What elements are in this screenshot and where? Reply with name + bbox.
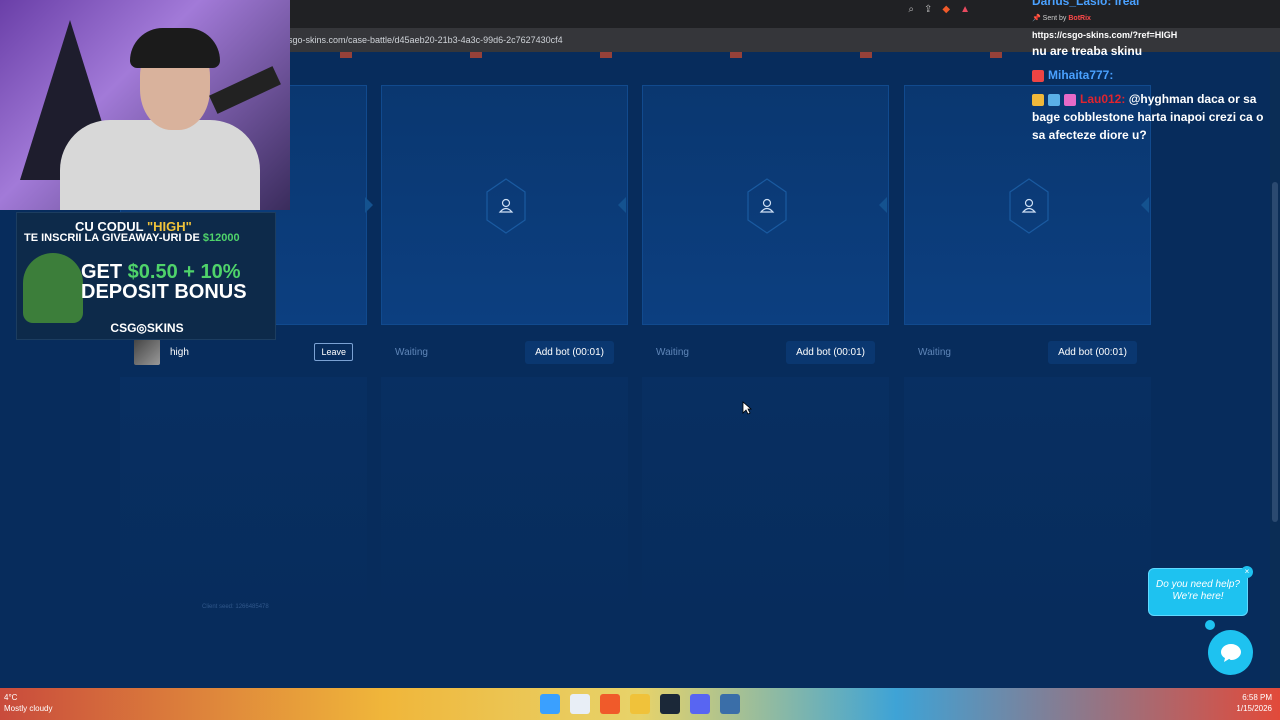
- promo-line-2: TE INSCRII LA GIVEAWAY-URI DE $12000: [24, 232, 240, 244]
- microphone: [209, 66, 281, 114]
- waiting-status: Waiting: [918, 346, 951, 358]
- slot-divider-arrow-right: [365, 197, 373, 213]
- player-info: high: [134, 339, 189, 365]
- add-bot-button[interactable]: Add bot (00:01): [525, 340, 614, 364]
- taskbar-apps: [540, 694, 740, 714]
- battle-slot-3-row: Waiting Add bot (00:01): [642, 332, 889, 372]
- pinned-message-header: 📌 Sent by BotRix: [1032, 15, 1091, 22]
- system-tray-clock[interactable]: 6:58 PM 1/15/2026: [1236, 692, 1272, 714]
- help-bubble[interactable]: Do you need help? We're here!: [1148, 568, 1248, 616]
- avatar: [134, 339, 160, 365]
- promo-banner: CU CODUL "HIGH" TE INSCRII LA GIVEAWAY-U…: [16, 212, 276, 340]
- battle-slot-2: [381, 85, 628, 325]
- mouse-cursor-icon: [742, 401, 752, 415]
- url-text[interactable]: sgo-skins.com/case-battle/d45aeb20-21b3-…: [288, 35, 563, 45]
- chat-message: nu are treaba skinu: [1032, 44, 1143, 58]
- scrollbar-thumb[interactable]: [1272, 182, 1278, 522]
- battle-header-strip: [280, 52, 1040, 58]
- chat-bubble-icon: [1220, 643, 1241, 662]
- chat-message: Mihaita777:: [1032, 66, 1113, 84]
- file-explorer-icon[interactable]: [630, 694, 650, 714]
- battle-slot-2-row: Waiting Add bot (00:01): [381, 332, 628, 372]
- waiting-status: Waiting: [656, 346, 689, 358]
- battle-slot-4-drops: [904, 377, 1151, 627]
- client-seed: Client seed: 1266485478: [202, 604, 269, 610]
- close-icon[interactable]: ×: [1241, 566, 1253, 578]
- promo-line-4: DEPOSIT BONUS: [81, 281, 247, 303]
- calculator-icon[interactable]: [720, 694, 740, 714]
- battle-slot-4-row: Waiting Add bot (00:01): [904, 332, 1151, 372]
- slot-divider-arrow-left: [1141, 197, 1149, 213]
- empty-player-icon: [486, 178, 526, 234]
- crown-badge-icon: [1032, 93, 1044, 106]
- user-badge-icon: [1048, 93, 1060, 106]
- player-username: high: [170, 346, 189, 358]
- battle-slot-2-drops: [381, 377, 628, 627]
- streamer-webcam: [0, 0, 290, 210]
- leave-button[interactable]: Leave: [314, 343, 353, 361]
- address-bar-icons: ⌕ ⇪ ◆ ▲: [908, 4, 970, 15]
- brave-shield-icon[interactable]: ◆: [942, 4, 950, 15]
- promo-mascot: [23, 253, 83, 323]
- add-bot-button[interactable]: Add bot (00:01): [1048, 340, 1137, 364]
- battle-slot-3: [642, 85, 889, 325]
- weather-widget[interactable]: 4°C Mostly cloudy: [4, 692, 52, 714]
- chat-message: Darius_Laslo: ireal: [1032, 0, 1140, 8]
- pinned-link: https://csgo-skins.com/?ref=HIGH: [1032, 30, 1178, 40]
- chat-message: Lau012: @hyghman daca or sa bage cobbles…: [1032, 92, 1264, 142]
- help-bubble-tail: [1205, 620, 1215, 630]
- slot-divider-arrow-left: [879, 197, 887, 213]
- battle-slot-1-drops: [120, 377, 367, 627]
- empty-player-icon: [747, 178, 787, 234]
- task-view-icon[interactable]: [570, 694, 590, 714]
- support-chat-button[interactable]: [1208, 630, 1253, 675]
- user-badge-icon: [1032, 69, 1044, 82]
- zoom-icon[interactable]: ⌕: [908, 4, 914, 15]
- slot-divider-arrow-left: [618, 197, 626, 213]
- streamer-beanie: [130, 28, 220, 68]
- steam-icon[interactable]: [660, 694, 680, 714]
- promo-brand: CSG◎SKINS: [110, 321, 184, 335]
- user-badge-icon: [1064, 93, 1076, 106]
- empty-player-icon: [1009, 178, 1049, 234]
- waiting-status: Waiting: [395, 346, 428, 358]
- brave-rewards-icon[interactable]: ▲: [960, 4, 970, 15]
- windows-taskbar: 4°C Mostly cloudy 6:58 PM 1/15/2026: [0, 688, 1280, 720]
- battle-slot-3-drops: [642, 377, 889, 627]
- discord-icon[interactable]: [690, 694, 710, 714]
- brave-browser-icon[interactable]: [600, 694, 620, 714]
- start-icon[interactable]: [540, 694, 560, 714]
- share-icon[interactable]: ⇪: [924, 4, 932, 15]
- add-bot-button[interactable]: Add bot (00:01): [786, 340, 875, 364]
- stream-chat: Darius_Laslo: ireal 📌 Sent by BotRix htt…: [1028, 0, 1274, 170]
- streamer-shirt: [60, 120, 260, 210]
